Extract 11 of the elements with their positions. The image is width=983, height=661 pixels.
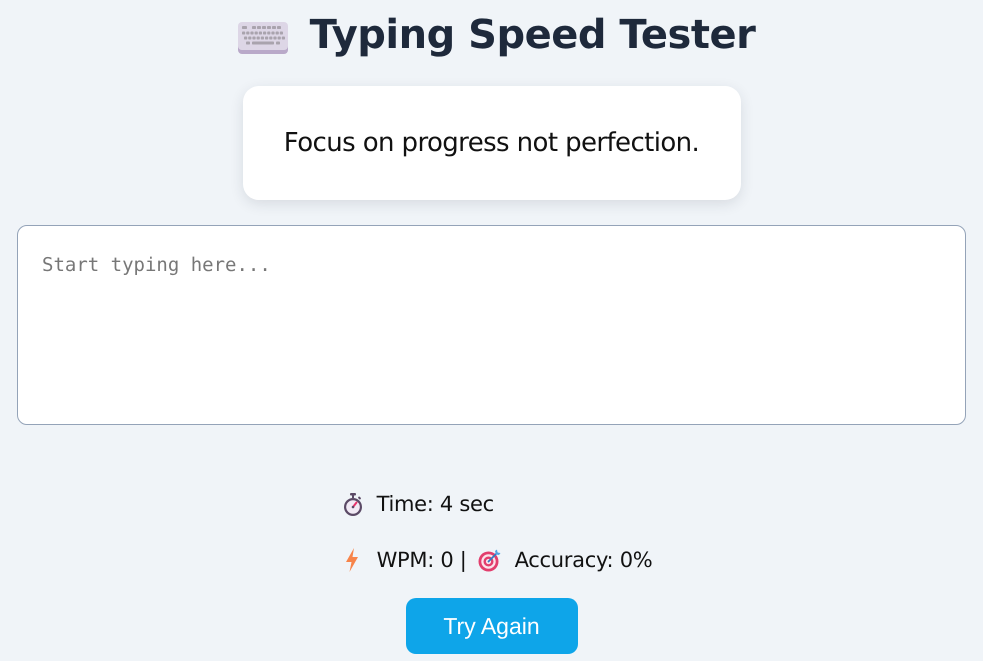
page-title: Typing Speed Tester — [310, 11, 756, 60]
stopwatch-icon — [342, 492, 363, 516]
time-label: Time: 4 sec — [376, 492, 494, 516]
target-icon — [478, 548, 501, 572]
lightning-bolt-icon — [344, 548, 359, 572]
accuracy-label: Accuracy: 0% — [514, 548, 652, 572]
try-again-button[interactable]: Try Again — [406, 598, 578, 654]
typing-input-field[interactable]: Start typing here... — [17, 225, 966, 425]
keyboard-icon — [238, 22, 288, 54]
wpm-label: WPM: 0 | — [376, 548, 467, 572]
quote-text: Focus on progress not perfection. — [284, 128, 700, 158]
